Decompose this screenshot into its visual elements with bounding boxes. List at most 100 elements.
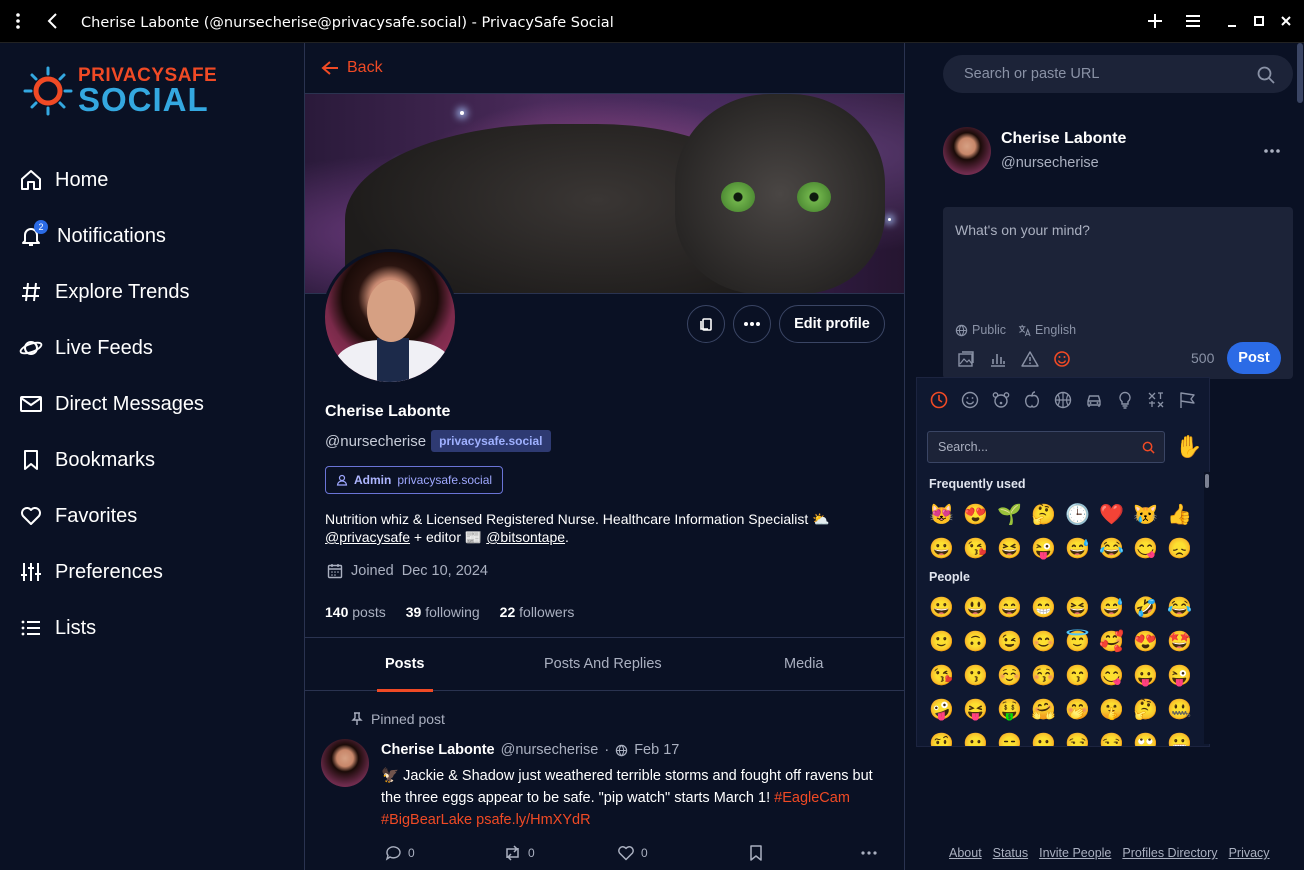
emoji-button[interactable]: 😚 <box>1031 664 1056 688</box>
emoji-button[interactable]: 😋 <box>1099 664 1124 688</box>
hashtag-bigbearlake[interactable]: #BigBearLake <box>381 812 472 828</box>
sidebar-item-lists[interactable]: Lists <box>18 608 96 648</box>
emoji-button[interactable]: ❤️ <box>1099 503 1124 527</box>
bio-mention-privacysafe[interactable]: @privacysafe <box>325 529 410 545</box>
kebab-menu-icon[interactable] <box>10 12 26 35</box>
tab-posts-and-replies[interactable]: Posts And Replies <box>544 656 662 672</box>
boost-button[interactable]: 0 <box>503 845 535 861</box>
emoji-button[interactable]: 😍 <box>1133 630 1158 654</box>
emoji-button[interactable]: 😁 <box>1031 596 1056 620</box>
back-arrow-icon[interactable] <box>45 12 61 35</box>
emoji-button[interactable]: 😜 <box>1031 537 1056 561</box>
reply-button[interactable]: 0 <box>385 845 415 861</box>
emoji-button[interactable]: 😜 <box>1167 664 1191 688</box>
emoji-button[interactable]: 🤐 <box>1167 698 1191 722</box>
travel-category-icon[interactable] <box>1084 390 1104 410</box>
hashtag-eaglecam[interactable]: #EagleCam <box>774 790 850 806</box>
search-icon[interactable] <box>1257 66 1275 84</box>
poll-icon[interactable] <box>989 350 1007 368</box>
emoji-button[interactable]: 🙃 <box>963 630 988 654</box>
profile-avatar[interactable] <box>322 249 458 385</box>
emoji-button[interactable]: 😀 <box>929 537 954 561</box>
maximize-icon[interactable] <box>1253 12 1265 35</box>
emoji-button[interactable]: 😂 <box>1167 596 1191 620</box>
emoji-button[interactable]: 😘 <box>929 664 954 688</box>
emoji-button[interactable]: 😒 <box>1099 732 1124 746</box>
post-more-button[interactable] <box>861 851 877 855</box>
footer-link-about[interactable]: About <box>949 846 982 860</box>
clock-category-icon[interactable] <box>929 390 949 410</box>
emoji-button[interactable]: 😉 <box>997 630 1022 654</box>
objects-category-icon[interactable] <box>1115 390 1135 410</box>
animal-category-icon[interactable] <box>991 390 1011 410</box>
sidebar-item-home[interactable]: Home <box>18 160 108 200</box>
emoji-icon[interactable] <box>1053 350 1071 368</box>
emoji-button[interactable]: 😝 <box>963 698 988 722</box>
emoji-button[interactable]: 😻 <box>929 503 954 527</box>
minimize-icon[interactable] <box>1226 12 1238 35</box>
emoji-button[interactable]: 😆 <box>1065 596 1090 620</box>
symbols-category-icon[interactable] <box>1146 390 1166 410</box>
emoji-button[interactable]: 😬 <box>1167 732 1191 746</box>
emoji-scrollbar[interactable] <box>1205 474 1209 488</box>
emoji-button[interactable]: 😄 <box>997 596 1022 620</box>
emoji-button[interactable]: 😙 <box>1065 664 1090 688</box>
current-user-name[interactable]: Cherise Labonte <box>1001 130 1126 148</box>
emoji-button[interactable]: 😗 <box>963 664 988 688</box>
sidebar-item-live-feeds[interactable]: Live Feeds <box>18 328 153 368</box>
emoji-button[interactable]: ☺️ <box>997 664 1022 688</box>
tab-media[interactable]: Media <box>784 656 824 672</box>
emoji-button[interactable]: 😛 <box>1133 664 1158 688</box>
emoji-button[interactable]: 🤫 <box>1099 698 1124 722</box>
emoji-button[interactable]: 😇 <box>1065 630 1090 654</box>
post-date[interactable]: Feb 17 <box>634 742 679 758</box>
visibility-selector[interactable]: Public <box>955 323 1006 337</box>
emoji-button[interactable]: 🤗 <box>1031 698 1056 722</box>
emoji-button[interactable]: 🤨 <box>929 732 954 746</box>
emoji-button[interactable]: 😐 <box>963 732 988 746</box>
emoji-button[interactable]: 🤭 <box>1065 698 1090 722</box>
footer-link-status[interactable]: Status <box>993 846 1028 860</box>
language-selector[interactable]: English <box>1018 323 1076 337</box>
footer-link-invite[interactable]: Invite People <box>1039 846 1111 860</box>
privacysafe-logo[interactable]: PRIVACYSAFE SOCIAL <box>22 63 217 119</box>
emoji-button[interactable]: 🌱 <box>997 503 1022 527</box>
emoji-button[interactable]: 😍 <box>963 503 988 527</box>
followers-stat[interactable]: 22 followers <box>500 604 575 620</box>
emoji-button[interactable]: 🤪 <box>929 698 954 722</box>
following-stat[interactable]: 39 following <box>406 604 480 620</box>
emoji-button[interactable]: 🤑 <box>997 698 1022 722</box>
emoji-button[interactable]: 😅 <box>1099 596 1124 620</box>
emoji-button[interactable]: 😆 <box>997 537 1022 561</box>
skin-tone-selector[interactable]: ✋ <box>1175 434 1202 460</box>
sidebar-item-preferences[interactable]: Preferences <box>18 552 163 592</box>
sidebar-item-bookmarks[interactable]: Bookmarks <box>18 440 155 480</box>
food-category-icon[interactable] <box>1022 390 1042 410</box>
emoji-button[interactable]: 🤣 <box>1133 596 1158 620</box>
post-author-handle[interactable]: @nursecherise <box>501 742 599 758</box>
emoji-button[interactable]: 😂 <box>1099 537 1124 561</box>
footer-link-directory[interactable]: Profiles Directory <box>1122 846 1217 860</box>
emoji-button[interactable]: 🤔 <box>1031 503 1056 527</box>
current-user-avatar[interactable] <box>943 127 991 175</box>
sidebar-item-notifications[interactable]: 2 Notifications <box>18 216 166 256</box>
bio-mention-bitsontape[interactable]: @bitsontape <box>486 529 565 545</box>
search-input[interactable]: Search or paste URL <box>943 55 1293 93</box>
content-warning-icon[interactable] <box>1021 350 1039 368</box>
smiley-category-icon[interactable] <box>960 390 980 410</box>
post-author-avatar[interactable] <box>321 739 369 787</box>
emoji-button[interactable]: 🙂 <box>929 630 954 654</box>
emoji-search-input[interactable]: Search... <box>927 431 1165 463</box>
emoji-button[interactable]: 😅 <box>1065 537 1090 561</box>
emoji-button[interactable]: 🤩 <box>1167 630 1191 654</box>
posts-stat[interactable]: 140 posts <box>325 604 386 620</box>
tab-posts[interactable]: Posts <box>385 656 425 672</box>
copy-link-button[interactable] <box>687 305 725 343</box>
scrollbar[interactable] <box>1297 43 1303 103</box>
compose-textarea[interactable]: What's on your mind? <box>955 222 1090 238</box>
emoji-button[interactable]: 😊 <box>1031 630 1056 654</box>
emoji-button[interactable]: 😃 <box>963 596 988 620</box>
emoji-button[interactable]: 😏 <box>1065 732 1090 746</box>
emoji-button[interactable]: 🥰 <box>1099 630 1124 654</box>
media-upload-icon[interactable] <box>957 350 975 368</box>
